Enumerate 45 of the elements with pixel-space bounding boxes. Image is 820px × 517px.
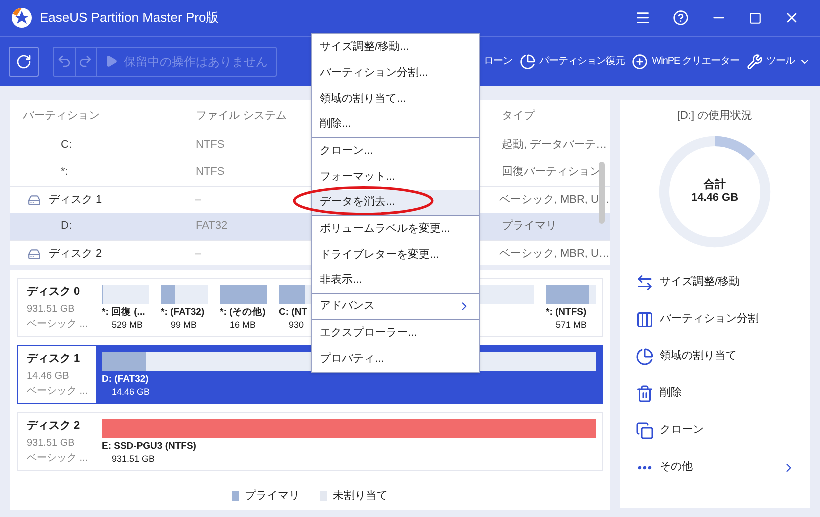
table-cell-text: – [195, 246, 202, 262]
partition-label: E: SSD-PGU3 (NTFS) [102, 440, 196, 453]
table-cell-text: *: [60, 165, 68, 180]
disk-name: ディスク 2 [27, 419, 82, 434]
table-cell-text: NTFS [196, 165, 226, 180]
partition-size: 930 [288, 319, 304, 331]
table-cell-text: ディスク 2 [49, 246, 102, 262]
partition-size: 16 MB [229, 319, 256, 331]
total-label: 合計 [704, 178, 726, 192]
partition-label: *: (その他) [220, 306, 266, 319]
partition-label: *: (NTFS) [546, 306, 587, 319]
total-value: 14.46 GB [691, 192, 739, 204]
table-cell-text: ベーシック, MBR, U… [499, 246, 610, 262]
table-cell-text: C: [60, 138, 72, 154]
table-cell-text: プライマリ [502, 218, 557, 234]
partition-label: D: (FAT32) [102, 373, 149, 386]
disk-size: 14.46 GB [27, 370, 70, 384]
disk-name: ディスク 0 [27, 285, 82, 300]
disk-style: ベーシック ... [27, 385, 90, 399]
partition-size: 529 MB [111, 319, 144, 331]
partition-size: 931.51 GB [111, 453, 156, 465]
usage-title: [D:] の使用状況 [677, 109, 753, 124]
column-header: ファイル システム [196, 108, 288, 124]
disk-style: ベーシック ... [27, 318, 90, 332]
partition-size: 571 MB [555, 319, 588, 331]
partition-label: *: 回復 (... [102, 306, 146, 319]
partition-label: C: (NT [279, 306, 308, 319]
column-header: タイプ [502, 108, 535, 124]
disk-name: ディスク 1 [27, 352, 82, 367]
partition-label: *: (FAT32) [161, 306, 205, 319]
disk-size: 931.51 GB [27, 437, 76, 451]
window-title: EaseUS Partition Master Pro版 [40, 9, 220, 28]
legend-label: 未割り当て [333, 488, 388, 504]
table-cell-text: 起動, データパーテ… [502, 138, 608, 154]
table-cell-text: – [195, 192, 202, 208]
legend-label: プライマリ [245, 488, 300, 504]
disk-style: ベーシック ... [27, 452, 90, 466]
disk-size: 931.51 GB [27, 303, 76, 317]
partition-size: 99 MB [170, 319, 198, 331]
table-cell-text: D: [60, 219, 72, 234]
column-header: パーティション [22, 108, 101, 124]
table-cell-text: FAT32 [196, 219, 229, 234]
table-cell-text: ディスク 1 [49, 192, 102, 208]
table-cell-text: NTFS [196, 138, 226, 154]
partition-size: 14.46 GB [111, 386, 150, 398]
